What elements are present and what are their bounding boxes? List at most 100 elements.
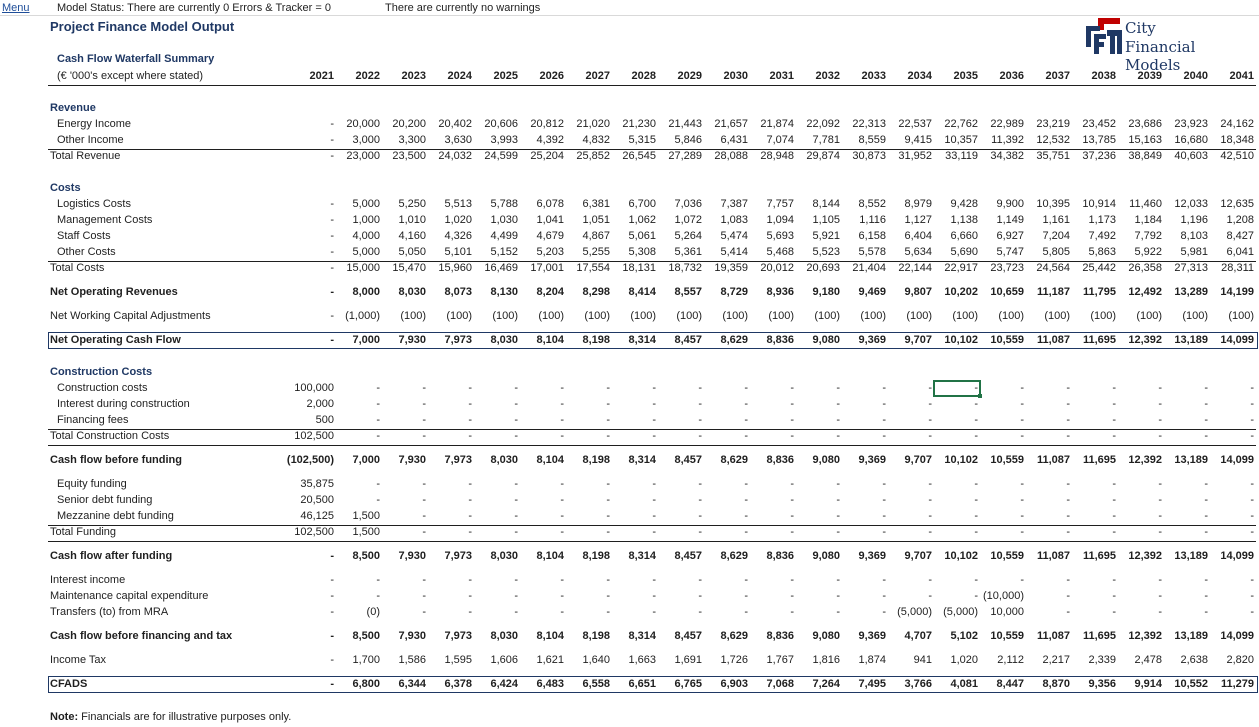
cell-value[interactable]: 12,635 bbox=[1174, 198, 1254, 210]
selected-cell[interactable] bbox=[933, 380, 981, 397]
row-interest-income: Interest income - - - - - - - - - - - - - - - - - - - - - bbox=[0, 573, 1259, 589]
cell-value[interactable]: 8,427 bbox=[1174, 230, 1254, 242]
cell-value[interactable]: 14,099 bbox=[1174, 454, 1254, 466]
row-income-tax: Income Tax -1,700 1,586 1,595 1,606 1,621 1,64… bbox=[0, 653, 1259, 669]
row-label: Cash flow after funding bbox=[50, 550, 173, 562]
row-energy-income: Energy Income -20,000 20,200 20,402 20,606 20… bbox=[0, 117, 1259, 133]
cell-value[interactable]: - bbox=[1174, 398, 1254, 410]
row-label: Cash flow before financing and tax bbox=[50, 630, 233, 642]
total-box bbox=[48, 332, 1258, 349]
cell-value[interactable]: - bbox=[1174, 606, 1254, 618]
row-label: Financing fees bbox=[57, 414, 129, 426]
model-status-text: Model Status: There are currently 0 Erro… bbox=[57, 2, 331, 14]
menu-link[interactable]: Menu bbox=[2, 2, 30, 14]
row-label: Cash flow before funding bbox=[50, 454, 182, 466]
row-label: Transfers (to) from MRA bbox=[50, 606, 169, 618]
cell-value[interactable]: - bbox=[1174, 574, 1254, 586]
fill-handle[interactable] bbox=[978, 394, 982, 398]
row-label: Construction costs bbox=[57, 382, 148, 394]
row-interest-during-construction: Interest during construction 2,000- - - - - - -… bbox=[0, 397, 1259, 413]
cell-value[interactable]: 24,162 bbox=[1174, 118, 1254, 130]
row-maintenance-capital-expenditure: Maintenance capital expenditure - - - - - - - - -… bbox=[0, 589, 1259, 605]
warnings-text: There are currently no warnings bbox=[385, 2, 541, 14]
row-construction-costs: Construction Costs bbox=[0, 365, 1259, 381]
cell-value[interactable]: - bbox=[1174, 526, 1254, 538]
year-header: 2041 bbox=[1229, 70, 1254, 82]
row-label: Total Costs bbox=[50, 262, 105, 274]
total-rule bbox=[48, 261, 1256, 262]
row-label: Income Tax bbox=[50, 654, 107, 666]
row-label: Total Funding bbox=[50, 526, 117, 538]
cell-value[interactable]: - bbox=[1174, 494, 1254, 506]
row-cash-flow-before-funding: Cash flow before funding (102,500) 7,000 7,… bbox=[0, 453, 1259, 469]
row-management-costs: Management Costs -1,000 1,010 1,020 1,030 1,0… bbox=[0, 213, 1259, 229]
row-label: Energy Income bbox=[57, 118, 131, 130]
row-senior-debt-funding: Senior debt funding 20,500- - - - - - - - - - - - - - -… bbox=[0, 493, 1259, 509]
row-label: Logistics Costs bbox=[57, 198, 131, 210]
row-label: Construction Costs bbox=[50, 366, 153, 378]
row-label: Management Costs bbox=[57, 214, 153, 226]
row-label: Senior debt funding bbox=[57, 494, 153, 506]
row-label: Total Construction Costs bbox=[50, 430, 170, 442]
total-rule bbox=[48, 525, 1256, 526]
row-label: Staff Costs bbox=[57, 230, 111, 242]
row-total-funding: Total Funding 102,500 1,500- - - - - - - - - - - - - - -… bbox=[0, 525, 1259, 541]
row-cash-flow-after-funding: Cash flow after funding -8,500 7,930 7,973 8… bbox=[0, 549, 1259, 565]
row-label: Total Revenue bbox=[50, 150, 121, 162]
waterfall-section-title: Cash Flow Waterfall Summary bbox=[57, 53, 215, 65]
row-net-working-capital-adjustments: Net Working Capital Adjustments - (1,000)(… bbox=[0, 309, 1259, 325]
row-cash-flow-before-financing-and-tax: Cash flow before financing and tax -8,500… bbox=[0, 629, 1259, 645]
cell-value[interactable]: 42,510 bbox=[1174, 150, 1254, 162]
cell-value[interactable]: - bbox=[1174, 510, 1254, 522]
row-logistics-costs: Logistics Costs -5,000 5,250 5,513 5,788 6,07… bbox=[0, 197, 1259, 213]
row-total-costs: Total Costs -15,000 15,470 15,960 16,469 17,0… bbox=[0, 261, 1259, 277]
footnote-text: Financials are for illustrative purposes… bbox=[78, 711, 292, 723]
units-label: (€ '000's except where stated) bbox=[57, 70, 204, 82]
row-label: Revenue bbox=[50, 102, 96, 114]
footnote-prefix: Note: bbox=[50, 711, 79, 723]
logo-text-city: City bbox=[1125, 19, 1156, 37]
cell-value[interactable]: - bbox=[1174, 478, 1254, 490]
row-label: Maintenance capital expenditure bbox=[50, 590, 209, 602]
table-header-row: (€ '000's except where stated) 2021 2022 20… bbox=[48, 69, 1256, 86]
row-label: Interest during construction bbox=[57, 398, 190, 410]
footnote: Note: Financials are for illustrative pu… bbox=[50, 711, 291, 723]
row-costs: Costs bbox=[0, 181, 1259, 197]
cell-value[interactable]: - bbox=[1174, 382, 1254, 394]
cell-value[interactable]: 28,311 bbox=[1174, 262, 1254, 274]
cell-value[interactable]: 2,820 bbox=[1174, 654, 1254, 666]
row-transfers-to-from-mra: Transfers (to) from MRA - (0) - - - - - - - - - - - (5… bbox=[0, 605, 1259, 621]
row-label: Net Working Capital Adjustments bbox=[50, 310, 211, 322]
row-label: Costs bbox=[50, 182, 81, 194]
cell-value[interactable]: - bbox=[1174, 430, 1254, 442]
total-rule bbox=[48, 541, 1256, 542]
cell-value[interactable]: 14,099 bbox=[1174, 630, 1254, 642]
cell-value[interactable]: - bbox=[1174, 590, 1254, 602]
cell-value[interactable]: (100) bbox=[1174, 310, 1254, 322]
total-rule bbox=[48, 445, 1256, 446]
row-staff-costs: Staff Costs -4,000 4,160 4,326 4,499 4,679 4,8… bbox=[0, 229, 1259, 245]
cell-value[interactable]: 18,348 bbox=[1174, 134, 1254, 146]
cell-value[interactable]: 6,041 bbox=[1174, 246, 1254, 258]
total-rule bbox=[48, 149, 1256, 150]
total-box bbox=[48, 676, 1258, 693]
row-financing-fees: Financing fees 500- - - - - - - - - - - - - - - - - - - - bbox=[0, 413, 1259, 429]
row-revenue: Revenue bbox=[0, 101, 1259, 117]
cell-value[interactable]: 14,099 bbox=[1174, 550, 1254, 562]
row-construction-costs: Construction costs 100,000- - - - - - - - - - - - - - -… bbox=[0, 381, 1259, 397]
row-equity-funding: Equity funding 35,875- - - - - - - - - - - - - - - - - - - - bbox=[0, 477, 1259, 493]
page-title: Project Finance Model Output bbox=[50, 19, 235, 34]
total-rule bbox=[48, 429, 1256, 430]
cell-value[interactable]: - bbox=[1174, 414, 1254, 426]
row-label: Net Operating Revenues bbox=[50, 286, 178, 298]
row-label: Interest income bbox=[50, 574, 126, 586]
company-logo: City Financial Models bbox=[1084, 16, 1254, 74]
row-other-costs: Other Costs -5,000 5,050 5,101 5,152 5,203 5,2… bbox=[0, 245, 1259, 261]
row-label: Mezzanine debt funding bbox=[57, 510, 174, 522]
row-label: Other Income bbox=[57, 134, 124, 146]
row-total-construction-costs: Total Construction Costs 102,500- - - - - - - - -… bbox=[0, 429, 1259, 445]
row-total-revenue: Total Revenue -23,000 23,500 24,032 24,599 25… bbox=[0, 149, 1259, 165]
cell-value[interactable]: 14,199 bbox=[1174, 286, 1254, 298]
row-mezzanine-debt-funding: Mezzanine debt funding 46,125 1,500- - - - - - -… bbox=[0, 509, 1259, 525]
cell-value[interactable]: 1,208 bbox=[1174, 214, 1254, 226]
